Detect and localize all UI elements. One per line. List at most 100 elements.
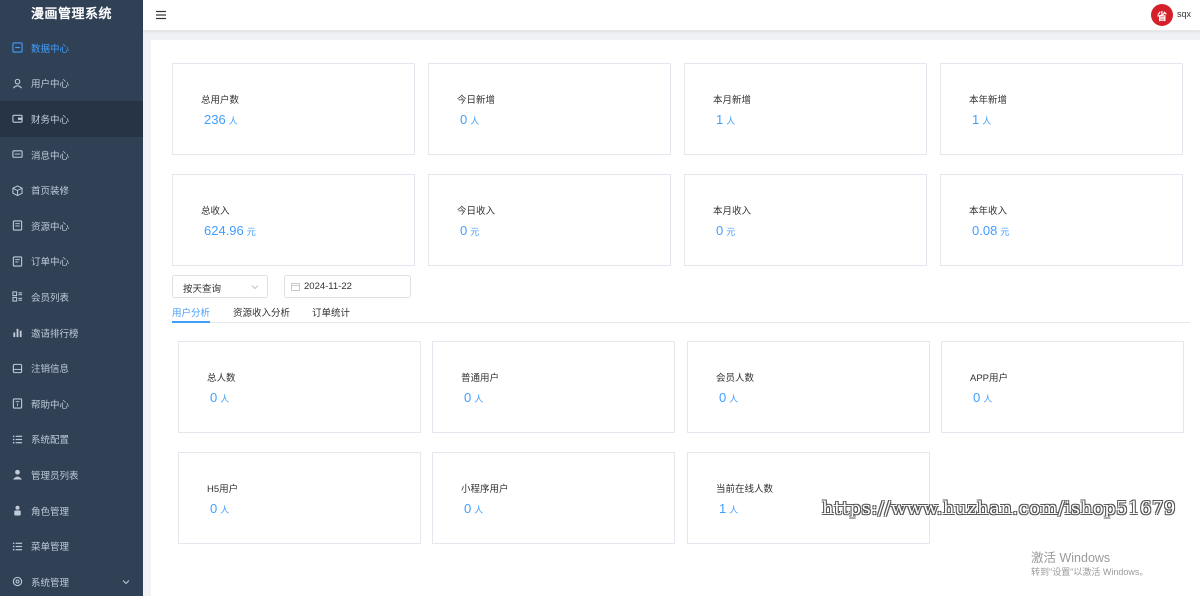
- stat-card-miniprogram-users: 小程序用户 0人: [432, 452, 675, 544]
- sidebar-item-system-config[interactable]: 系统配置: [0, 422, 143, 458]
- message-icon: [11, 149, 23, 161]
- sidebar-item-help-center[interactable]: 帮助中心: [0, 386, 143, 422]
- stat-number: 0: [719, 390, 727, 405]
- stat-unit: 人: [220, 394, 230, 404]
- stat-unit: 人: [474, 394, 484, 404]
- sidebar-item-cancellation-info[interactable]: 注销信息: [0, 350, 143, 386]
- stat-value: 0人: [973, 389, 992, 407]
- calendar-icon: [291, 283, 300, 291]
- stat-label: 会员人数: [716, 373, 755, 384]
- stat-card-month-income: 本月收入 0元: [684, 174, 927, 266]
- stat-number: 1: [972, 112, 980, 127]
- sidebar-item-member-list[interactable]: 会员列表: [0, 279, 143, 315]
- stat-unit: 人: [729, 505, 739, 515]
- stat-card-h5-users: H5用户 0人: [178, 452, 421, 544]
- sidebar-item-label: 菜单管理: [31, 542, 70, 554]
- sidebar-item-system-management[interactable]: 系统管理: [0, 564, 143, 596]
- list-icon: [11, 433, 23, 445]
- hamburger-icon[interactable]: [155, 9, 167, 21]
- sidebar-item-label: 首页装修: [31, 186, 70, 198]
- stat-label: 普通用户: [461, 373, 500, 384]
- stat-card-year-new: 本年新增 1人: [940, 63, 1183, 155]
- analysis-tabs: 用户分析 资源收入分析 订单统计: [172, 305, 1190, 323]
- query-mode-select[interactable]: 按天查询: [172, 275, 268, 298]
- stat-number: 624.96: [204, 223, 244, 238]
- stat-number: 0.08: [972, 223, 998, 238]
- sidebar-item-label: 注销信息: [31, 364, 70, 376]
- stat-unit: 人: [220, 505, 230, 515]
- stat-card-app-users: APP用户 0人: [941, 341, 1184, 433]
- stat-label: 本月收入: [713, 206, 752, 217]
- stat-card-today-income: 今日收入 0元: [428, 174, 671, 266]
- stat-unit: 元: [1000, 227, 1010, 237]
- sidebar-item-admin-list[interactable]: 管理员列表: [0, 457, 143, 493]
- stat-unit: 人: [726, 116, 736, 126]
- sidebar-item-user-center[interactable]: 用户中心: [0, 66, 143, 102]
- sidebar-item-data-center[interactable]: 数据中心: [0, 30, 143, 66]
- stat-value: 0人: [210, 389, 229, 407]
- chevron-down-icon: [122, 579, 130, 584]
- windows-activation-hint: 转到"设置"以激活 Windows。: [1031, 567, 1149, 577]
- stat-value: 1人: [972, 111, 991, 129]
- stat-number: 0: [460, 112, 468, 127]
- tab-user-analysis[interactable]: 用户分析: [172, 305, 211, 323]
- user-icon: [11, 77, 23, 89]
- date-value: 2024-11-22: [304, 281, 352, 292]
- stat-value: 0.08 元: [972, 222, 1009, 240]
- sidebar-item-role-management[interactable]: 角色管理: [0, 493, 143, 529]
- sidebar-item-menu-management[interactable]: 菜单管理: [0, 528, 143, 564]
- stat-label: H5用户: [207, 484, 239, 495]
- sidebar-item-invite-ranking[interactable]: 邀请排行榜: [0, 315, 143, 351]
- query-mode-value: 按天查询: [183, 284, 222, 295]
- stat-value: 0人: [210, 500, 229, 518]
- stat-label: 本年收入: [969, 206, 1008, 217]
- stat-value: 1人: [719, 500, 738, 518]
- stat-unit: 人: [474, 505, 484, 515]
- stat-number: 1: [719, 501, 727, 516]
- sidebar-item-label: 资源中心: [31, 221, 70, 233]
- stat-label: 本月新增: [713, 95, 752, 106]
- stat-value: 1人: [716, 111, 735, 129]
- sidebar-item-label: 消息中心: [31, 150, 70, 162]
- sidebar-item-label: 系统管理: [31, 577, 70, 589]
- stat-number: 0: [464, 390, 472, 405]
- grid-icon: [11, 291, 23, 303]
- wallet-icon: [11, 113, 23, 125]
- sidebar-item-resource-center[interactable]: 资源中心: [0, 208, 143, 244]
- list-icon: [11, 540, 23, 552]
- sidebar-item-message-center[interactable]: 消息中心: [0, 137, 143, 173]
- stat-unit: 人: [228, 116, 238, 126]
- watermark-url: https://www.huzhan.com/ishop51679: [822, 498, 1176, 519]
- stat-value: 0元: [460, 222, 479, 240]
- stat-label: APP用户: [970, 373, 1009, 384]
- stat-label: 总人数: [207, 373, 236, 384]
- sidebar-item-label: 会员列表: [31, 292, 70, 304]
- stat-card-total-people: 总人数 0人: [178, 341, 421, 433]
- date-picker[interactable]: 2024-11-22: [284, 275, 411, 298]
- stat-value: 236 人: [204, 111, 238, 129]
- sidebar-item-order-center[interactable]: 订单中心: [0, 244, 143, 280]
- sidebar-item-label: 帮助中心: [31, 399, 70, 411]
- stat-card-total-users: 总用户数 236 人: [172, 63, 415, 155]
- sidebar-item-label: 管理员列表: [31, 470, 79, 482]
- app-title: 漫画管理系统: [30, 6, 112, 21]
- stat-value: 0人: [464, 389, 483, 407]
- avatar[interactable]: 省: [1151, 4, 1173, 26]
- sidebar-item-label: 系统配置: [31, 435, 70, 447]
- stat-value: 0人: [464, 500, 483, 518]
- username[interactable]: sqx: [1177, 9, 1191, 19]
- tab-order-statistics[interactable]: 订单统计: [312, 305, 350, 323]
- stat-number: 0: [464, 501, 472, 516]
- document-icon: [11, 220, 23, 232]
- sidebar-item-label: 订单中心: [31, 257, 70, 269]
- sidebar-item-home-decoration[interactable]: 首页装修: [0, 172, 143, 208]
- stat-card-total-income: 总收入 624.96 元: [172, 174, 415, 266]
- tab-resource-income-analysis[interactable]: 资源收入分析: [233, 305, 290, 323]
- stat-card-normal-users: 普通用户 0人: [432, 341, 675, 433]
- sidebar-item-finance-center[interactable]: 财务中心: [0, 101, 143, 137]
- box-icon: [11, 184, 23, 196]
- stat-card-today-new: 今日新增 0人: [428, 63, 671, 155]
- stat-unit: 人: [983, 394, 993, 404]
- sidebar-item-label: 财务中心: [31, 114, 70, 126]
- order-icon: [11, 255, 23, 267]
